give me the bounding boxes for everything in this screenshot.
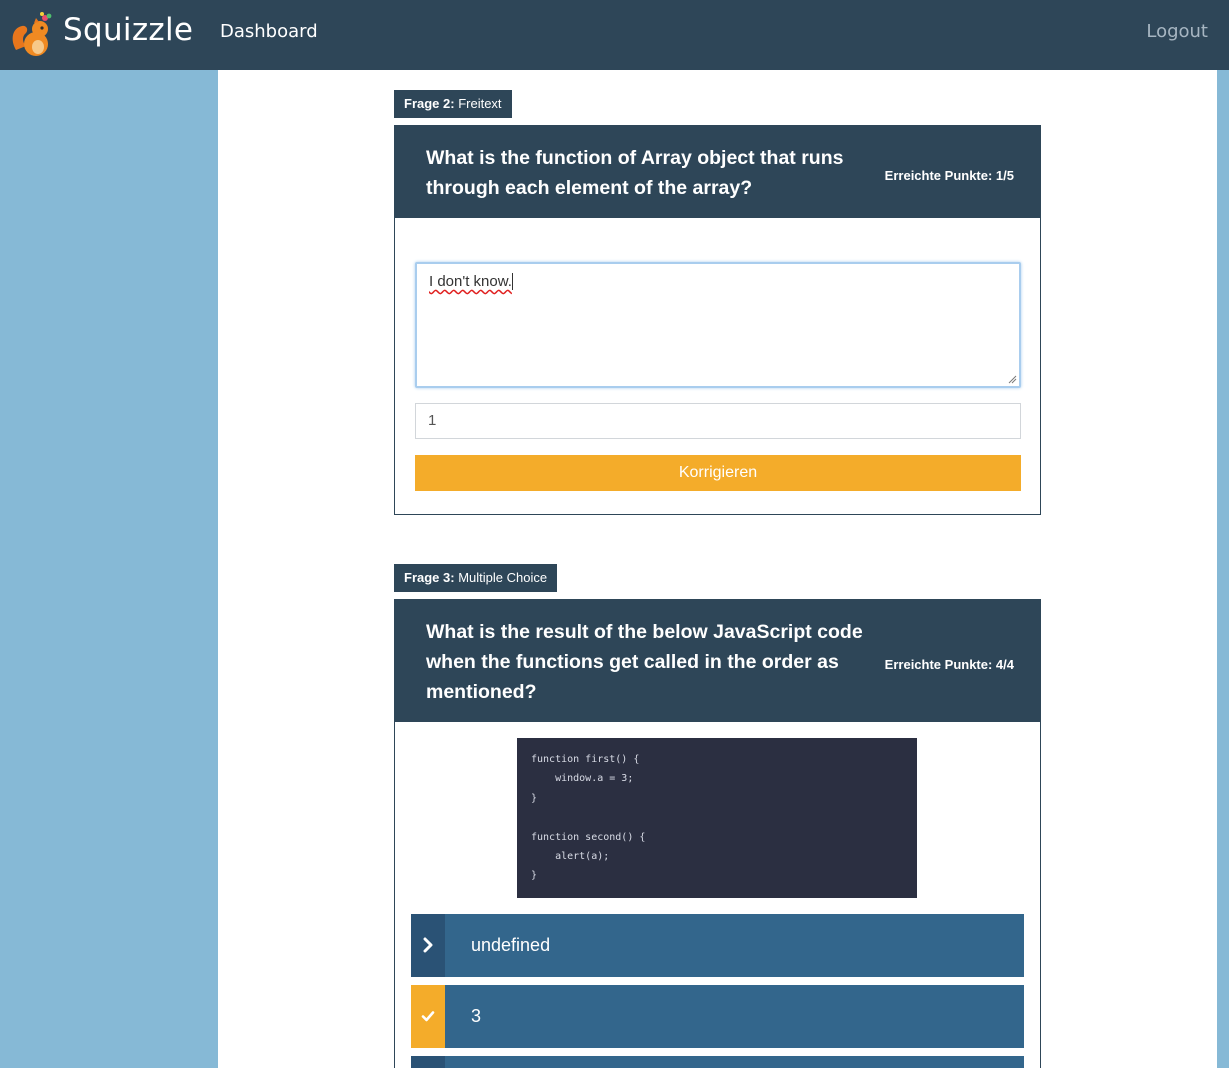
code-image: function first() { window.a = 3; } funct… xyxy=(517,738,917,898)
question-title-line: mentioned? xyxy=(426,681,537,703)
chevron-right-icon xyxy=(423,937,433,953)
question-title: What is the result of the below JavaScri… xyxy=(426,617,863,707)
answer-option[interactable]: undefined xyxy=(411,914,1024,977)
text-cursor: ​ xyxy=(511,273,513,290)
question-tag: Frage 3: Multiple Choice xyxy=(394,564,558,592)
question-title-line: when the functions get called in the ord… xyxy=(426,651,839,673)
answer-text: I don't know. xyxy=(429,273,512,290)
brand-name[interactable]: Squizzle xyxy=(63,12,193,48)
question-tag: Frage 2: Freitext xyxy=(394,90,512,118)
option-label: undefined xyxy=(471,935,551,955)
answer-option[interactable] xyxy=(411,1056,1024,1068)
question-header: What is the function of Array object tha… xyxy=(395,126,1040,218)
resize-grip-icon[interactable] xyxy=(1008,375,1017,384)
question-card: What is the result of the below JavaScri… xyxy=(394,599,1041,1068)
code-line: } xyxy=(531,792,538,804)
points-label: Erreichte Punkte: 1/5 xyxy=(884,168,1014,183)
question-header: What is the result of the below JavaScri… xyxy=(395,600,1040,722)
question-number: Frage 3: xyxy=(404,570,455,585)
question-title-line: What is the result of the below JavaScri… xyxy=(426,621,863,643)
question-card: What is the function of Array object tha… xyxy=(394,125,1041,515)
squirrel-logo-icon[interactable] xyxy=(10,10,56,58)
question-number: Frage 2: xyxy=(404,96,455,111)
code-line: function first() { xyxy=(531,754,640,765)
points-label: Erreichte Punkte: 4/4 xyxy=(884,657,1014,672)
code-line: window.a = 3; xyxy=(531,773,634,785)
logout-link[interactable]: Logout xyxy=(1146,21,1208,42)
option-label: 3 xyxy=(471,1006,482,1026)
code-line: } xyxy=(531,870,538,882)
correct-button[interactable]: Korrigieren xyxy=(415,455,1021,491)
code-line: function second() { xyxy=(531,831,646,843)
question-title: What is the function of Array object tha… xyxy=(426,143,843,203)
answer-textarea[interactable]: I don't know.​ xyxy=(415,262,1021,388)
code-line: alert(a); xyxy=(531,850,610,862)
right-gutter xyxy=(1217,70,1229,1068)
nav-dashboard-link[interactable]: Dashboard xyxy=(220,21,318,42)
answer-option[interactable]: 3 xyxy=(411,985,1024,1048)
navbar: Squizzle Dashboard Logout xyxy=(0,0,1229,70)
option-marker xyxy=(411,914,445,977)
points-input[interactable]: 1 xyxy=(415,403,1021,439)
question-type: Multiple Choice xyxy=(458,570,548,585)
option-marker xyxy=(411,985,445,1048)
question-title-line: What is the function of Array object tha… xyxy=(426,147,844,169)
question-title-line: through each element of the array? xyxy=(426,177,753,199)
option-marker xyxy=(411,1056,445,1068)
check-icon xyxy=(421,1011,435,1022)
question-type: Freitext xyxy=(458,96,502,111)
